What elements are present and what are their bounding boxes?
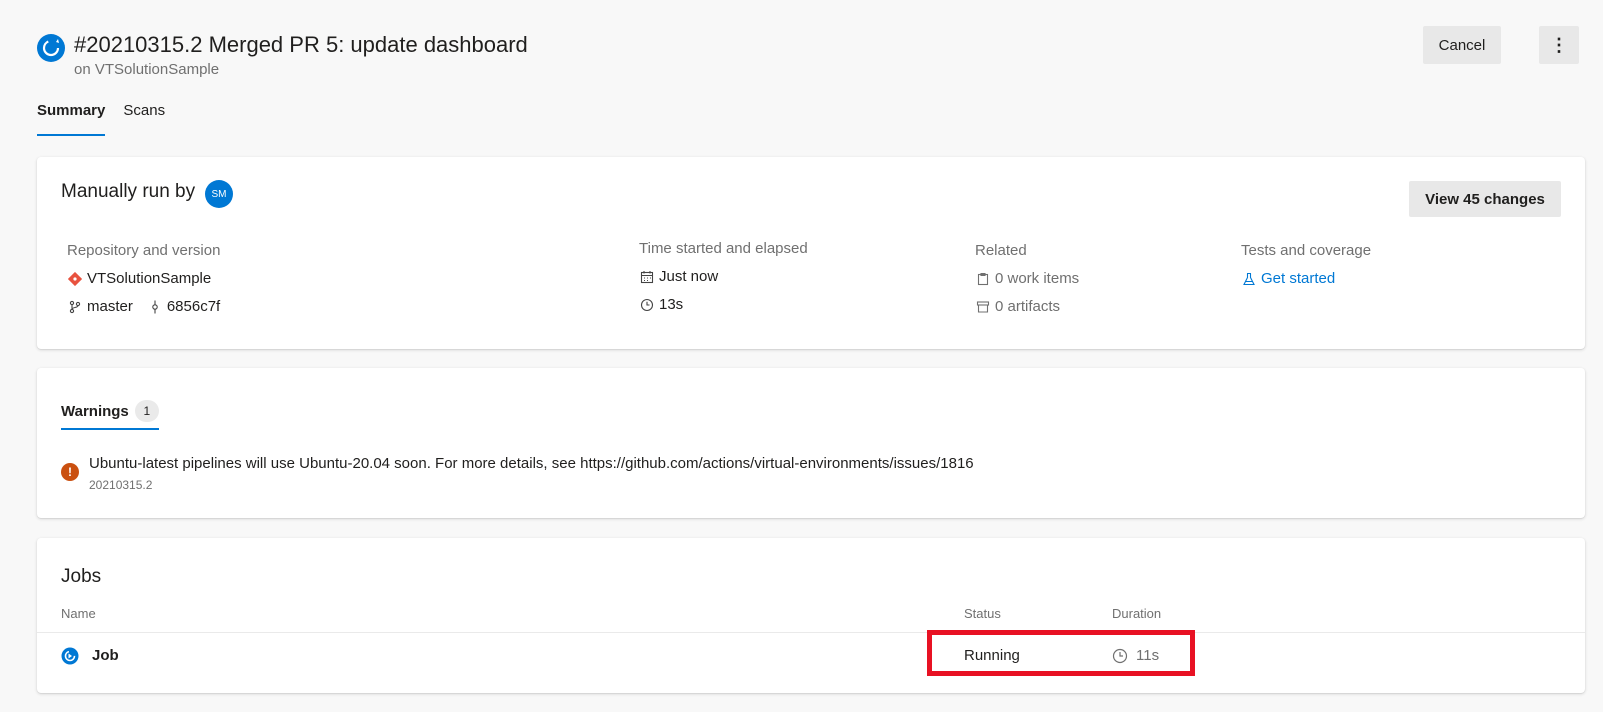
- tests-section: Tests and coverage Get started: [1241, 241, 1371, 297]
- jobs-title: Jobs: [61, 566, 102, 587]
- related-label: Related: [975, 242, 1027, 259]
- warning-source: 20210315.2: [89, 478, 153, 492]
- running-icon: [61, 647, 79, 665]
- get-started-link[interactable]: Get started: [1261, 269, 1335, 289]
- manual-run-label: Manually run by: [61, 181, 196, 202]
- commit-icon: [147, 299, 163, 315]
- job-duration: 11s: [1112, 646, 1159, 666]
- work-items-link[interactable]: 0 work items: [995, 269, 1079, 289]
- artifacts-link[interactable]: 0 artifacts: [995, 297, 1060, 317]
- pipeline-run-page: #20210315.2 Merged PR 5: update dashboar…: [0, 0, 1603, 712]
- job-status: Running: [964, 647, 1020, 664]
- repository-section: Repository and version VTSolutionSample …: [67, 241, 220, 325]
- jobs-card: Jobs Name Status Duration Job Running 11…: [37, 538, 1585, 693]
- tab-bar: Summary Scans: [37, 96, 183, 138]
- in-progress-icon: [37, 34, 65, 62]
- warning-icon: !: [61, 463, 79, 481]
- branch-name[interactable]: master: [87, 297, 133, 317]
- jobs-table-header: Name Status Duration: [37, 596, 1585, 633]
- warnings-count-badge: 1: [134, 400, 159, 422]
- related-section: Related 0 work items 0 artifacts: [975, 241, 1079, 325]
- tab-summary[interactable]: Summary: [37, 96, 106, 136]
- job-name[interactable]: Job: [92, 646, 119, 666]
- time-label: Time started and elapsed: [639, 240, 808, 257]
- job-duration-value: 11s: [1136, 647, 1160, 664]
- page-title: #20210315.2 Merged PR 5: update dashboar…: [74, 32, 528, 57]
- cancel-button[interactable]: Cancel: [1423, 26, 1501, 64]
- work-items-icon: [975, 271, 991, 287]
- commit-id[interactable]: 6856c7f: [167, 297, 220, 317]
- time-section: Time started and elapsed Just now 13s: [639, 239, 808, 323]
- repository-label: Repository and version: [67, 242, 221, 259]
- time-started: Just now: [659, 268, 719, 285]
- tab-warnings[interactable]: Warnings 1: [61, 392, 159, 430]
- git-repo-icon: [67, 271, 83, 287]
- warnings-card: Warnings 1 ! Ubuntu-latest pipelines wil…: [37, 368, 1585, 518]
- summary-card: Manually run by SM View 45 changes Repos…: [37, 157, 1585, 349]
- repo-name[interactable]: VTSolutionSample: [87, 269, 211, 289]
- time-elapsed: 13s: [659, 296, 684, 313]
- run-header: #20210315.2 Merged PR 5: update dashboar…: [36, 26, 1579, 80]
- column-status-header: Status: [964, 606, 1001, 621]
- artifacts-icon: [975, 299, 991, 315]
- column-duration-header: Duration: [1112, 606, 1162, 621]
- avatar[interactable]: SM: [205, 180, 233, 208]
- view-changes-button[interactable]: View 45 changes: [1409, 181, 1561, 217]
- table-row[interactable]: Job Running 11s: [37, 634, 1585, 678]
- clock-icon: [1112, 648, 1128, 664]
- page-subtitle: on VTSolutionSample: [74, 61, 220, 78]
- branch-icon: [67, 299, 83, 315]
- column-name-header: Name: [61, 606, 96, 621]
- warning-message: Ubuntu-latest pipelines will use Ubuntu-…: [89, 455, 974, 472]
- clock-icon: [639, 297, 655, 313]
- flask-icon: [1241, 271, 1257, 287]
- more-actions-button[interactable]: ⋮: [1539, 26, 1579, 64]
- tab-scans[interactable]: Scans: [123, 96, 165, 136]
- tests-label: Tests and coverage: [1241, 242, 1372, 259]
- warnings-tab-label: Warnings: [61, 402, 129, 420]
- calendar-icon: [639, 269, 655, 285]
